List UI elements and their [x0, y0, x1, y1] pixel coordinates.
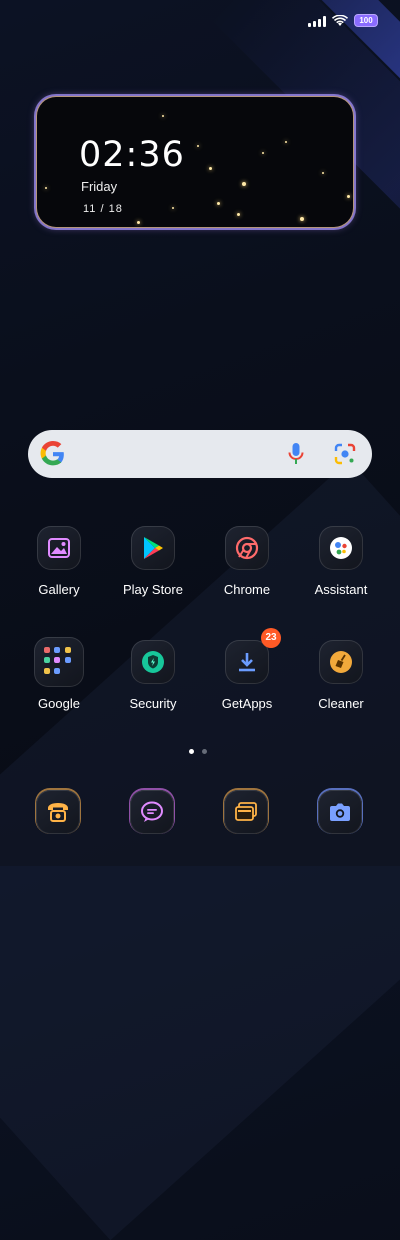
app-play-store[interactable]: Play Store — [106, 526, 200, 597]
app-label: Play Store — [123, 582, 183, 597]
assistant-icon — [330, 537, 352, 559]
app-label: Cleaner — [318, 696, 364, 711]
security-shield-icon — [142, 651, 164, 673]
app-label: Security — [129, 696, 177, 711]
page-dot — [202, 749, 207, 754]
app-assistant[interactable]: Assistant — [294, 526, 388, 597]
clock-date: 11 / 18 — [83, 203, 123, 215]
app-chrome[interactable]: Chrome — [200, 526, 294, 597]
app-label: GetApps — [221, 696, 273, 711]
clock-day: Friday — [81, 179, 118, 194]
dock-browser[interactable] — [224, 790, 268, 834]
microphone-icon[interactable] — [288, 442, 304, 466]
app-gallery[interactable]: Gallery — [12, 526, 106, 597]
app-label: Google — [38, 696, 80, 711]
phone-icon — [48, 803, 68, 822]
battery-indicator: 100 — [354, 14, 378, 27]
notification-badge: 23 — [261, 628, 281, 648]
dock-camera[interactable] — [318, 790, 362, 834]
wifi-icon — [332, 14, 348, 26]
signal-icon — [308, 15, 326, 27]
play-store-icon — [144, 537, 163, 559]
clock-widget[interactable]: 02:36 Friday 11 / 18 — [36, 96, 354, 228]
google-search-bar[interactable] — [28, 430, 372, 478]
folder-google[interactable]: Google — [12, 637, 106, 711]
google-g-icon — [40, 441, 64, 466]
app-label: Gallery — [38, 582, 80, 597]
app-security[interactable]: Security — [106, 640, 200, 711]
gallery-icon — [48, 538, 70, 558]
messages-icon — [141, 801, 163, 822]
getapps-download-icon — [239, 653, 255, 672]
browser-icon — [235, 802, 257, 821]
status-bar: 100 — [308, 14, 378, 27]
page-dot-active — [189, 749, 194, 754]
page-indicator — [189, 749, 207, 754]
battery-level: 100 — [354, 14, 378, 27]
dock-phone[interactable] — [36, 790, 80, 834]
app-label: Assistant — [314, 582, 368, 597]
app-label: Chrome — [223, 582, 271, 597]
clock-time: 02:36 — [79, 135, 185, 175]
chrome-icon — [235, 536, 259, 560]
google-lens-icon[interactable] — [334, 443, 356, 465]
google-folder-icon — [44, 647, 72, 675]
dock-messages[interactable] — [130, 790, 174, 834]
app-cleaner[interactable]: Cleaner — [294, 640, 388, 711]
cleaner-broom-icon — [330, 651, 352, 673]
app-getapps[interactable]: 23 GetApps — [200, 628, 294, 711]
camera-icon — [330, 803, 350, 821]
